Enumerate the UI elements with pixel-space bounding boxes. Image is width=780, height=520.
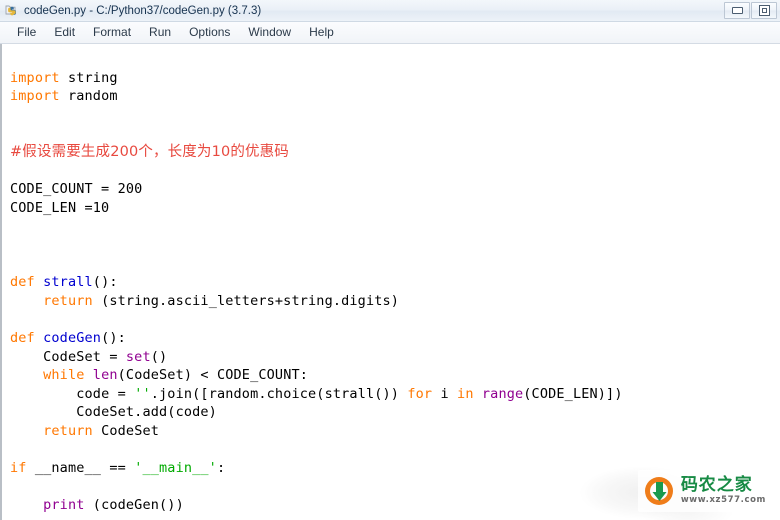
code-line: while len(CodeSet) < CODE_COUNT: bbox=[10, 367, 308, 383]
token-keyword-if: if bbox=[10, 460, 27, 477]
token-keyword-def: def bbox=[10, 274, 35, 291]
title-bar[interactable]: codeGen.py - C:/Python37/codeGen.py (3.7… bbox=[0, 0, 780, 22]
code-line: return (string.ascii_letters+string.digi… bbox=[10, 293, 399, 309]
token-const-code-len: CODE_LEN =10 bbox=[10, 199, 110, 216]
code-comment-line: #假设需要生成200个，长度为10的优惠码 bbox=[10, 143, 289, 160]
token-punct: () bbox=[150, 348, 168, 365]
token-function-strall: strall bbox=[43, 274, 93, 291]
token-string-main: '__main__' bbox=[134, 460, 217, 477]
token-keyword: import bbox=[10, 88, 60, 105]
site-logo-watermark: 码农之家 www.xz577.com bbox=[637, 470, 772, 512]
minimize-icon bbox=[731, 7, 743, 14]
menu-item-run[interactable]: Run bbox=[140, 24, 180, 41]
code-line: def codeGen(): bbox=[10, 330, 126, 346]
code-line: def strall(): bbox=[10, 274, 118, 290]
token-while-cond: (CodeSet) < CODE_COUNT: bbox=[117, 367, 309, 384]
token-range-args: (CODE_LEN)]) bbox=[523, 385, 623, 402]
code-line: import random bbox=[10, 88, 118, 104]
python-idle-icon bbox=[4, 3, 20, 19]
token-codeset-add: CodeSet.add(code) bbox=[76, 404, 217, 421]
code-line: CodeSet.add(code) bbox=[10, 404, 217, 420]
token-return-codeset: CodeSet bbox=[101, 422, 160, 439]
code-line: if __name__ == '__main__': bbox=[10, 460, 225, 476]
token-builtin-print: print bbox=[43, 497, 85, 514]
token-punct: : bbox=[216, 460, 226, 477]
token-function-codegen: codeGen bbox=[43, 329, 102, 346]
code-line: CodeSet = set() bbox=[10, 349, 167, 365]
menu-item-options[interactable]: Options bbox=[180, 24, 239, 41]
window-controls bbox=[723, 2, 777, 19]
restore-icon bbox=[758, 5, 770, 16]
token-punct: (): bbox=[92, 274, 118, 291]
menu-item-edit[interactable]: Edit bbox=[45, 24, 84, 41]
token-keyword-while: while bbox=[43, 367, 85, 384]
token-builtin-set: set bbox=[125, 348, 151, 365]
token-var-codeset: CodeSet = bbox=[43, 348, 126, 365]
token-builtin-range: range bbox=[481, 385, 524, 402]
code-line: CODE_COUNT = 200 bbox=[10, 181, 142, 197]
window-title: codeGen.py - C:/Python37/codeGen.py (3.7… bbox=[24, 4, 262, 17]
code-line: CODE_LEN =10 bbox=[10, 200, 109, 216]
token-keyword-def: def bbox=[10, 329, 35, 346]
token-punct: (): bbox=[101, 329, 126, 346]
token-keyword-return: return bbox=[43, 422, 93, 439]
code-line: code = ''.join([random.choice(strall()) … bbox=[10, 386, 623, 402]
code-editor-area[interactable]: import string import random #假设需要生成200个，… bbox=[0, 44, 780, 520]
token-module-random: random bbox=[67, 88, 118, 105]
token-const-code-count: CODE_COUNT = 200 bbox=[10, 181, 143, 198]
idle-editor-window: codeGen.py - C:/Python37/codeGen.py (3.7… bbox=[0, 0, 780, 520]
restore-button[interactable] bbox=[751, 2, 777, 19]
minimize-button[interactable] bbox=[724, 2, 750, 19]
download-circle-icon bbox=[642, 474, 676, 508]
token-keyword: import bbox=[10, 69, 60, 86]
logo-url: www.xz577.com bbox=[680, 495, 766, 506]
token-string-empty: '' bbox=[134, 385, 151, 402]
token-loop-var: i bbox=[432, 385, 458, 402]
token-expr-charset: (string.ascii_letters+string.digits) bbox=[101, 292, 400, 309]
token-keyword-for: for bbox=[407, 385, 433, 402]
code-line: return CodeSet bbox=[10, 423, 159, 439]
source-code[interactable]: import string import random #假设需要生成200个，… bbox=[2, 44, 780, 515]
logo-text: 码农之家 www.xz577.com bbox=[681, 477, 766, 505]
token-module-string: string bbox=[67, 69, 118, 86]
token-builtin-len: len bbox=[92, 367, 118, 384]
code-line: import string bbox=[10, 70, 118, 86]
menu-item-format[interactable]: Format bbox=[84, 24, 140, 41]
token-assign-code: code = bbox=[76, 385, 135, 402]
logo-brand-name: 码农之家 bbox=[680, 475, 753, 496]
menu-item-window[interactable]: Window bbox=[239, 24, 300, 41]
code-line: print (codeGen()) bbox=[10, 497, 184, 513]
token-dunder-name: __name__ == bbox=[34, 460, 135, 477]
token-print-args: (codeGen()) bbox=[92, 497, 184, 514]
menu-item-help[interactable]: Help bbox=[300, 24, 343, 41]
menu-item-file[interactable]: File bbox=[8, 24, 45, 41]
menu-bar: File Edit Format Run Options Window Help bbox=[0, 22, 780, 44]
token-join-call: .join([random.choice(strall()) bbox=[150, 385, 408, 402]
token-keyword-return: return bbox=[43, 292, 93, 309]
token-keyword-in: in bbox=[457, 385, 474, 402]
